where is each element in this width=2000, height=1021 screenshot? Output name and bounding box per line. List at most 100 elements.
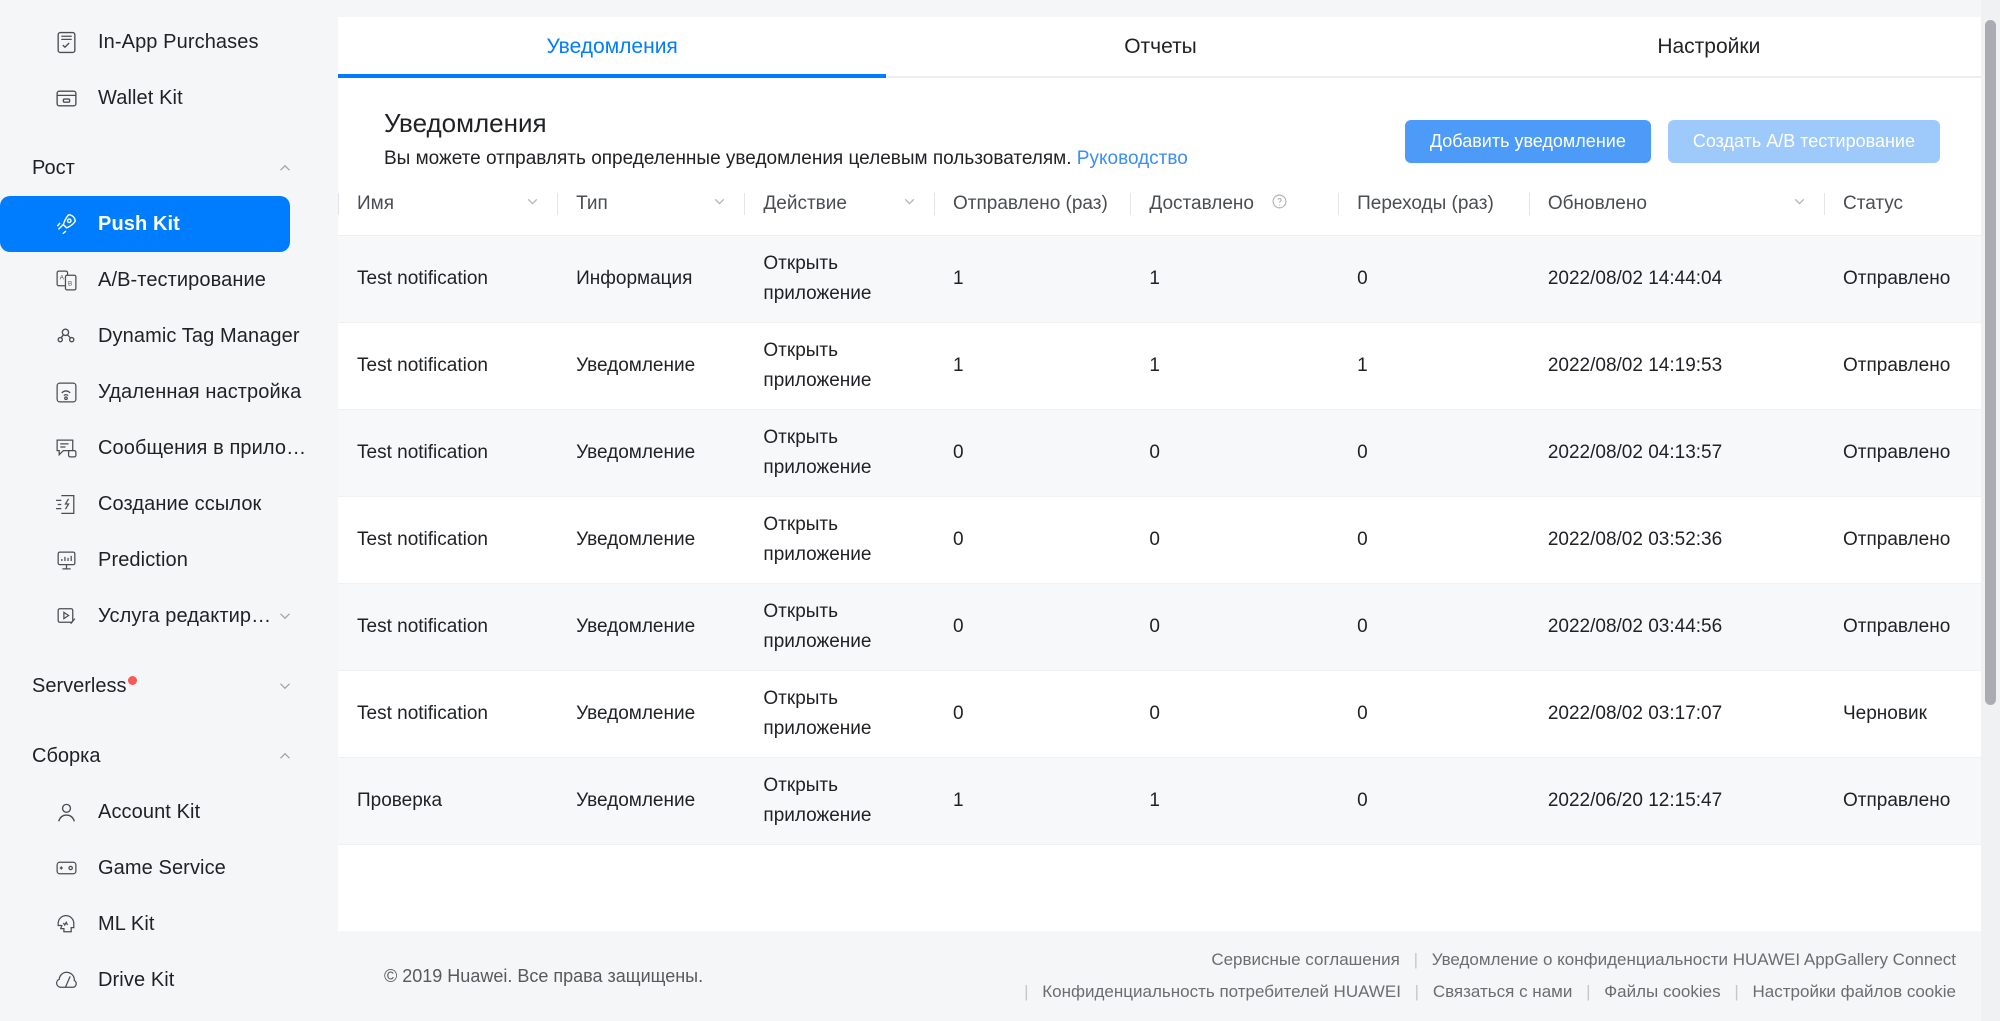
sidebar-item-ab-testing[interactable]: A B A/B-тестирование <box>0 252 338 308</box>
cell-delivered: 0 <box>1149 702 1160 724</box>
cell-action: Открыть приложение <box>763 252 872 304</box>
column-updated[interactable]: Обновлено <box>1528 174 1824 236</box>
sidebar-item-push-kit[interactable]: Push Kit <box>0 196 290 252</box>
column-header-label: Обновлено <box>1547 193 1647 215</box>
sidebar-group-label: Сборка <box>32 744 101 767</box>
rocket-icon <box>52 210 80 238</box>
footer-link-consumer-privacy[interactable]: Конфиденциальность потребителей HUAWEI <box>1042 982 1401 1001</box>
column-status: Статус <box>1824 174 1983 236</box>
footer-link-cookies[interactable]: Файлы cookies <box>1604 982 1720 1001</box>
column-name[interactable]: Имя <box>338 174 558 236</box>
sidebar-item-label: In-App Purchases <box>98 30 259 53</box>
table-row[interactable]: Test notification Уведомление Открыть пр… <box>338 496 1983 583</box>
footer-separator: | <box>1413 950 1418 969</box>
chevron-down-icon[interactable] <box>901 193 918 216</box>
footer-links-row-1: Сервисные соглашения | Уведомление о кон… <box>1015 944 1956 976</box>
sidebar-item-account-kit[interactable]: Account Kit <box>0 784 338 840</box>
sidebar-item-wallet-kit[interactable]: Wallet Kit <box>0 70 338 126</box>
notifications-table: Имя Тип Действие Отправлено (раз) Достав… <box>338 174 1983 845</box>
sidebar-item-label: Prediction <box>98 548 188 571</box>
page-scrollbar-thumb[interactable] <box>1985 20 1996 705</box>
app-linking-icon <box>52 490 80 518</box>
sidebar-group-growth[interactable]: Рост <box>0 140 338 196</box>
table-header-row: Имя Тип Действие Отправлено (раз) Достав… <box>338 174 1983 236</box>
table-row[interactable]: Test notification Уведомление Открыть пр… <box>338 670 1983 757</box>
sidebar-item-remote-configuration[interactable]: Удаленная настройка <box>0 364 338 420</box>
tab-notifications[interactable]: Уведомления <box>338 17 887 78</box>
account-icon <box>52 798 80 826</box>
footer-link-cookie-settings[interactable]: Настройки файлов cookie <box>1753 982 1956 1001</box>
sidebar-item-label: Dynamic Tag Manager <box>98 324 300 347</box>
svg-text:A: A <box>59 274 64 281</box>
help-icon[interactable] <box>1271 193 1288 216</box>
in-app-messaging-icon <box>52 434 80 462</box>
create-ab-test-button[interactable]: Создать A/B тестирование <box>1667 120 1940 163</box>
sidebar-group-label: Serverless <box>32 675 138 698</box>
chevron-up-icon <box>276 159 294 177</box>
wallet-icon <box>52 84 80 112</box>
guide-link[interactable]: Руководство <box>1077 148 1188 169</box>
sidebar-item-prediction[interactable]: Prediction <box>0 532 338 588</box>
footer-link-service-agreements[interactable]: Сервисные соглашения <box>1211 950 1400 969</box>
sidebar-item-label: Создание ссылок <box>98 492 262 515</box>
cell-clicks: 0 <box>1357 441 1368 463</box>
tag-manager-icon <box>52 322 80 350</box>
sidebar-group-serverless[interactable]: Serverless <box>0 658 338 714</box>
add-notification-button[interactable]: Добавить уведомление <box>1404 120 1651 163</box>
sidebar-item-in-app-purchases[interactable]: In-App Purchases <box>0 14 338 70</box>
sidebar: In-App Purchases Wallet Kit Рост Push Ki… <box>0 0 338 1021</box>
chevron-down-icon[interactable] <box>524 193 541 216</box>
tab-reports[interactable]: Отчеты <box>886 17 1434 76</box>
cell-type: Уведомление <box>576 789 696 811</box>
cell-type: Уведомление <box>576 702 696 724</box>
table-row[interactable]: Test notification Информация Открыть при… <box>338 235 1983 322</box>
column-header-label: Действие <box>763 193 847 215</box>
footer-link-privacy-notice[interactable]: Уведомление о конфиденциальности HUAWEI … <box>1432 950 1956 969</box>
footer-separator: | <box>1414 982 1420 1001</box>
sidebar-item-label: Услуга редактир… <box>98 604 272 627</box>
table-row[interactable]: Test notification Уведомление Открыть пр… <box>338 322 1983 409</box>
cell-action: Открыть приложение <box>763 513 872 565</box>
cell-clicks: 0 <box>1357 702 1368 724</box>
app-root: In-App Purchases Wallet Kit Рост Push Ki… <box>0 0 2000 1021</box>
sidebar-item-in-app-messaging[interactable]: Сообщения в прило… <box>0 420 338 476</box>
table-row[interactable]: Test notification Уведомление Открыть пр… <box>338 409 1983 496</box>
column-type[interactable]: Тип <box>557 174 745 236</box>
cell-updated: 2022/06/20 12:15:47 <box>1547 789 1723 811</box>
table-row[interactable]: Test notification Уведомление Открыть пр… <box>338 583 1983 670</box>
column-header-label: Отправлено (раз) <box>952 193 1108 215</box>
chevron-up-icon <box>276 747 294 765</box>
table-head: Имя Тип Действие Отправлено (раз) Достав… <box>338 174 1983 236</box>
sidebar-item-label: Wallet Kit <box>98 86 183 109</box>
sidebar-item-app-linking[interactable]: Создание ссылок <box>0 476 338 532</box>
cell-name: Проверка <box>357 789 443 811</box>
cell-delivered: 0 <box>1149 441 1160 463</box>
table-row[interactable]: Проверка Уведомление Открыть приложение … <box>338 757 1983 844</box>
sidebar-item-dynamic-tag-manager[interactable]: Dynamic Tag Manager <box>0 308 338 364</box>
chevron-down-icon <box>276 677 294 695</box>
sidebar-group-build[interactable]: Сборка <box>0 728 338 784</box>
cell-status: Отправлено <box>1843 789 1951 811</box>
remote-config-icon <box>52 378 80 406</box>
cell-updated: 2022/08/02 04:13:57 <box>1547 441 1723 463</box>
cell-delivered: 1 <box>1149 354 1160 376</box>
sidebar-item-label: A/B-тестирование <box>98 268 266 291</box>
chevron-down-icon[interactable] <box>1791 193 1808 216</box>
chevron-down-icon[interactable] <box>711 193 728 216</box>
cell-delivered: 1 <box>1149 789 1160 811</box>
cell-status: Отправлено <box>1843 528 1951 550</box>
chevron-down-icon[interactable] <box>276 607 294 625</box>
tab-bar: Уведомления Отчеты Настройки <box>338 17 1983 78</box>
gamepad-icon <box>52 854 80 882</box>
sidebar-item-ml-kit[interactable]: ML Kit <box>0 896 338 952</box>
header-actions: Добавить уведомление Создать A/B тестиро… <box>1404 105 1940 163</box>
cell-clicks: 0 <box>1357 615 1368 637</box>
footer-link-contact-us[interactable]: Связаться с нами <box>1433 982 1573 1001</box>
sidebar-item-drive-kit[interactable]: Drive Kit <box>0 952 338 1008</box>
sidebar-item-video-editor[interactable]: Услуга редактир… <box>0 588 338 644</box>
column-action[interactable]: Действие <box>744 174 934 236</box>
footer-links: Сервисные соглашения | Уведомление о кон… <box>1015 944 1980 1008</box>
cell-clicks: 0 <box>1357 789 1368 811</box>
tab-settings[interactable]: Настройки <box>1435 17 1983 76</box>
sidebar-item-game-service[interactable]: Game Service <box>0 840 338 896</box>
